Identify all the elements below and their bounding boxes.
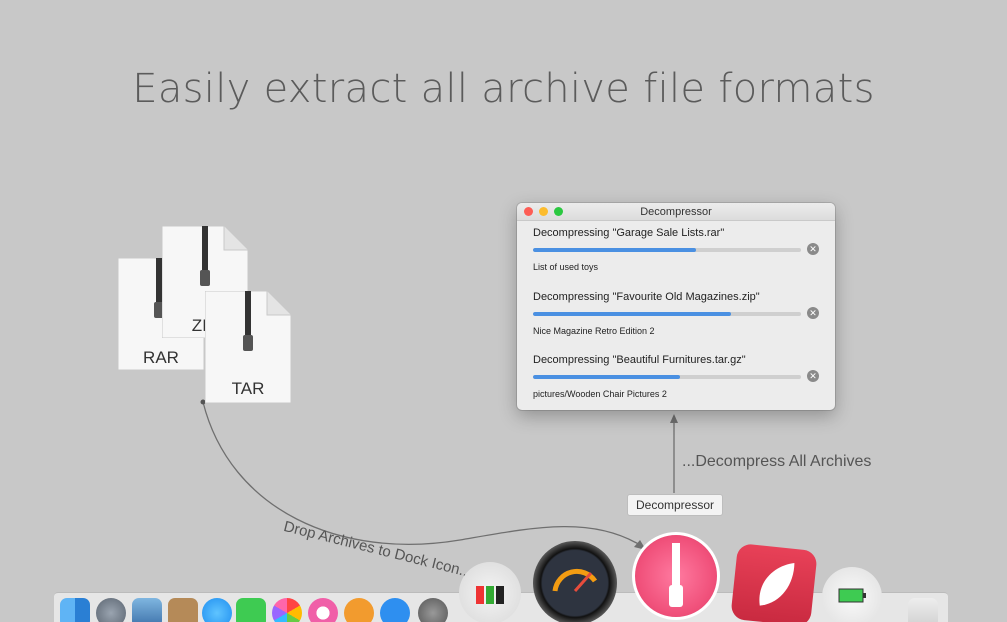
task-subtitle: pictures/Wooden Chair Pictures 2 (533, 389, 667, 399)
zipper-icon (243, 291, 253, 351)
ibooks-icon[interactable] (344, 598, 374, 622)
tar-document-icon: TAR (205, 291, 291, 403)
progress-bar (533, 312, 801, 316)
decompressor-icon[interactable] (632, 532, 720, 620)
cancel-task-button[interactable]: ✕ (807, 370, 819, 382)
task-title: Decompressing "Beautiful Furnitures.tar.… (533, 354, 746, 366)
finder-icon[interactable] (60, 598, 90, 622)
decompressor-window: Decompressor Decompressing "Garage Sale … (517, 203, 835, 410)
tar-label: TAR (231, 379, 265, 398)
photos-icon[interactable] (272, 598, 302, 622)
task-row: Decompressing "Favourite Old Magazines.z… (533, 291, 823, 336)
task-row: Decompressing "Beautiful Furnitures.tar.… (533, 354, 823, 399)
launchpad-icon[interactable] (96, 598, 126, 622)
leaf-app-icon[interactable] (730, 543, 818, 622)
task-row: Decompressing "Garage Sale Lists.rar" ✕ … (533, 227, 823, 272)
window-title: Decompressor (640, 206, 712, 218)
preview-icon[interactable] (132, 598, 162, 622)
messages-icon[interactable] (202, 598, 232, 622)
progress-bar (533, 375, 801, 379)
contacts-icon[interactable] (168, 598, 198, 622)
facetime-icon[interactable] (236, 598, 266, 622)
cancel-task-button[interactable]: ✕ (807, 307, 819, 319)
trash-icon[interactable] (908, 598, 938, 622)
decompress-annotation: ...Decompress All Archives (682, 453, 872, 470)
task-title: Decompressing "Garage Sale Lists.rar" (533, 227, 725, 239)
itunes-icon[interactable] (308, 598, 338, 622)
decompress-arrow-head (670, 414, 678, 423)
window-titlebar[interactable]: Decompressor (517, 203, 835, 221)
progress-fill (533, 375, 681, 379)
zipper-icon (200, 226, 210, 286)
system-preferences-icon[interactable] (418, 598, 448, 622)
progress-bar (533, 248, 801, 252)
progress-fill (533, 248, 697, 252)
task-subtitle: Nice Magazine Retro Edition 2 (533, 326, 655, 336)
dock-tooltip: Decompressor (627, 494, 723, 516)
battery-app-icon[interactable] (822, 567, 882, 622)
rar-label: RAR (143, 348, 179, 367)
progress-fill (533, 312, 732, 316)
cancel-task-button[interactable]: ✕ (807, 243, 819, 255)
task-title: Decompressing "Favourite Old Magazines.z… (533, 291, 760, 303)
disk-diag-icon[interactable] (533, 541, 617, 622)
app-store-icon[interactable] (380, 598, 410, 622)
task-subtitle: List of used toys (533, 262, 599, 272)
memory-app-icon[interactable] (459, 562, 521, 622)
drop-arrow (202, 401, 641, 546)
